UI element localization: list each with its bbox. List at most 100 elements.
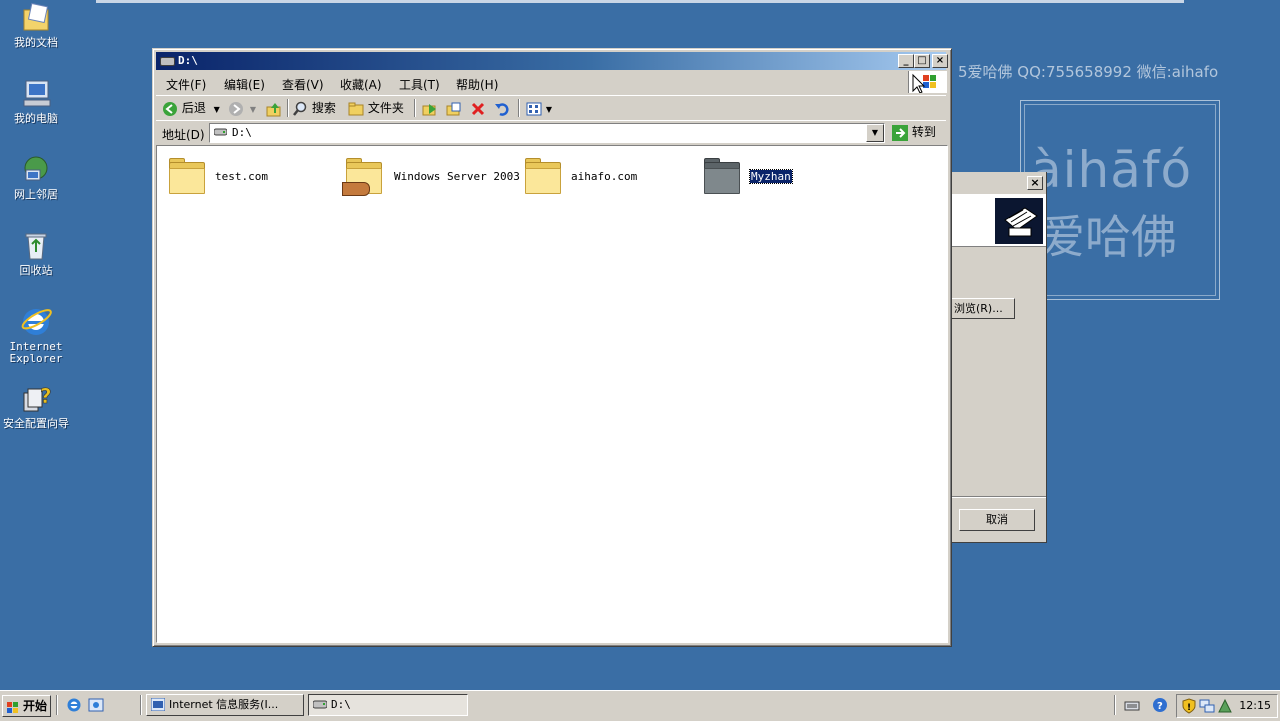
dialog-close-button[interactable]: ×	[1027, 176, 1043, 190]
menu-tools[interactable]: 工具(T)	[399, 76, 440, 93]
my-computer-icon	[20, 78, 52, 110]
views-button[interactable]: ▼	[526, 99, 552, 117]
windows-flag-icon	[7, 700, 19, 713]
desktop-icon-label: Internet Explorer	[9, 340, 63, 365]
desktop-icon-network[interactable]: 网上邻居	[0, 154, 72, 201]
desktop-icon-label: 安全配置向导	[3, 417, 69, 430]
toolbar: 后退 ▼ ▼ 搜索 文件夹 ▼	[156, 95, 946, 120]
internet-explorer-icon	[20, 306, 52, 338]
file-name: aihafo.com	[571, 170, 638, 183]
undo-button[interactable]	[494, 99, 510, 117]
window-titlebar[interactable]: D:\ _ □ ×	[156, 52, 948, 70]
iis-manager-icon	[150, 697, 166, 712]
forward-button[interactable]: ▼	[228, 99, 256, 117]
security-shield-icon[interactable]: !	[1181, 698, 1197, 717]
address-dropdown-button[interactable]: ▼	[866, 124, 884, 142]
address-bar: 地址(D) D:\ ▼ 转到	[156, 120, 946, 145]
up-folder-button[interactable]	[266, 99, 282, 117]
close-button[interactable]: ×	[932, 54, 948, 68]
copy-to-button[interactable]	[446, 99, 462, 117]
go-label: 转到	[911, 125, 936, 139]
chevron-down-icon: ▼	[545, 105, 552, 114]
menu-favorites[interactable]: 收藏(A)	[340, 76, 382, 93]
file-name: Myzhan	[749, 169, 793, 184]
desktop-icon-recycle-bin[interactable]: 回收站	[0, 230, 72, 277]
move-to-button[interactable]	[422, 99, 438, 117]
go-button[interactable]: 转到	[892, 123, 936, 141]
file-list[interactable]: test.com Windows Server 2003 aihafo.com …	[156, 145, 948, 643]
window-title: D:\	[178, 54, 198, 67]
taskbar: 开始 Internet 信息服务(I... D:\ ? ! 12:15	[0, 690, 1280, 721]
desktop-icon-label: 网上邻居	[14, 188, 58, 201]
folder-icon	[702, 158, 740, 194]
task-label: Internet 信息服务(I...	[169, 698, 279, 711]
folders-icon	[348, 101, 364, 117]
desktop-icon-label: 回收站	[19, 264, 53, 277]
windows-logo-icon	[908, 71, 947, 94]
search-button[interactable]: 搜索	[292, 99, 336, 117]
toolbar-separator	[287, 99, 289, 117]
delete-button[interactable]	[470, 99, 486, 117]
keyboard-language-icon[interactable]	[1124, 697, 1140, 713]
cancel-button[interactable]: 取消	[959, 509, 1035, 531]
desktop-icon-label: 我的电脑	[14, 112, 58, 125]
quicklaunch-desktop-icon[interactable]	[88, 697, 104, 713]
watermark-han: 爱哈佛	[1039, 210, 1177, 264]
system-tray: ! 12:15	[1176, 694, 1278, 718]
menu-file[interactable]: 文件(F)	[166, 76, 206, 93]
task-button-explorer[interactable]: D:\	[308, 694, 468, 716]
address-label: 地址(D)	[162, 128, 205, 142]
file-name: Windows Server 2003	[394, 170, 520, 183]
address-input[interactable]: D:\ ▼	[209, 123, 885, 143]
watermark-text: 5爱哈佛 QQ:755658992 微信:aihafo	[958, 63, 1219, 81]
address-value: D:\	[232, 126, 252, 139]
back-arrow-icon	[162, 101, 178, 117]
help-icon[interactable]: ?	[1152, 697, 1168, 713]
folder-icon	[167, 158, 205, 194]
up-folder-icon	[266, 101, 282, 117]
delete-x-icon	[470, 101, 486, 117]
desktop-icon-label: 我的文档	[14, 36, 58, 49]
drive-icon	[213, 127, 228, 137]
search-label: 搜索	[311, 101, 336, 115]
menu-view[interactable]: 查看(V)	[282, 76, 324, 93]
taskbar-separator	[140, 695, 142, 715]
desktop-icon-internet-explorer[interactable]: Internet Explorer	[0, 306, 72, 365]
quicklaunch-ie-icon[interactable]	[66, 697, 82, 713]
maximize-button[interactable]: □	[914, 54, 930, 68]
chevron-down-icon: ▼	[213, 105, 220, 114]
back-button[interactable]: 后退 ▼	[162, 99, 220, 117]
toolbar-separator	[518, 99, 520, 117]
menu-edit[interactable]: 编辑(E)	[224, 76, 265, 93]
undo-icon	[494, 101, 510, 117]
minimize-button[interactable]: _	[898, 54, 914, 68]
desktop-icon-my-computer[interactable]: 我的电脑	[0, 78, 72, 125]
browse-button[interactable]: 浏览(R)...	[951, 298, 1015, 319]
task-button-iis[interactable]: Internet 信息服务(I...	[146, 694, 304, 716]
move-to-icon	[422, 101, 438, 117]
desktop-icon-security-wizard[interactable]: ? 安全配置向导	[0, 383, 72, 430]
explorer-window: D:\ _ □ × 文件(F) 编辑(E) 查看(V) 收藏(A) 工具(T) …	[152, 48, 952, 647]
search-icon	[292, 101, 308, 117]
desktop-icon-my-documents[interactable]: 我的文档	[0, 2, 72, 49]
start-button[interactable]: 开始	[2, 695, 51, 717]
network-places-icon	[20, 154, 52, 186]
security-wizard-icon: ?	[20, 383, 52, 415]
svg-text:?: ?	[40, 384, 52, 408]
back-label: 后退	[181, 101, 206, 115]
task-label: D:\	[331, 698, 351, 711]
network-connection-icon[interactable]	[1199, 698, 1215, 717]
tray-utility-icon[interactable]	[1217, 698, 1233, 717]
taskbar-separator	[56, 695, 58, 715]
shared-folder-icon	[342, 158, 382, 196]
forward-arrow-icon	[228, 101, 244, 117]
menu-bar: 文件(F) 编辑(E) 查看(V) 收藏(A) 工具(T) 帮助(H)	[156, 71, 947, 94]
copy-to-icon	[446, 101, 462, 117]
folders-button[interactable]: 文件夹	[348, 99, 404, 117]
watermark-logo: àihāfó 爱哈佛	[1020, 100, 1220, 300]
clock[interactable]: 12:15	[1239, 699, 1271, 712]
file-name: test.com	[215, 170, 268, 183]
menu-help[interactable]: 帮助(H)	[456, 76, 498, 93]
my-documents-icon	[20, 2, 52, 34]
folders-label: 文件夹	[367, 101, 404, 115]
